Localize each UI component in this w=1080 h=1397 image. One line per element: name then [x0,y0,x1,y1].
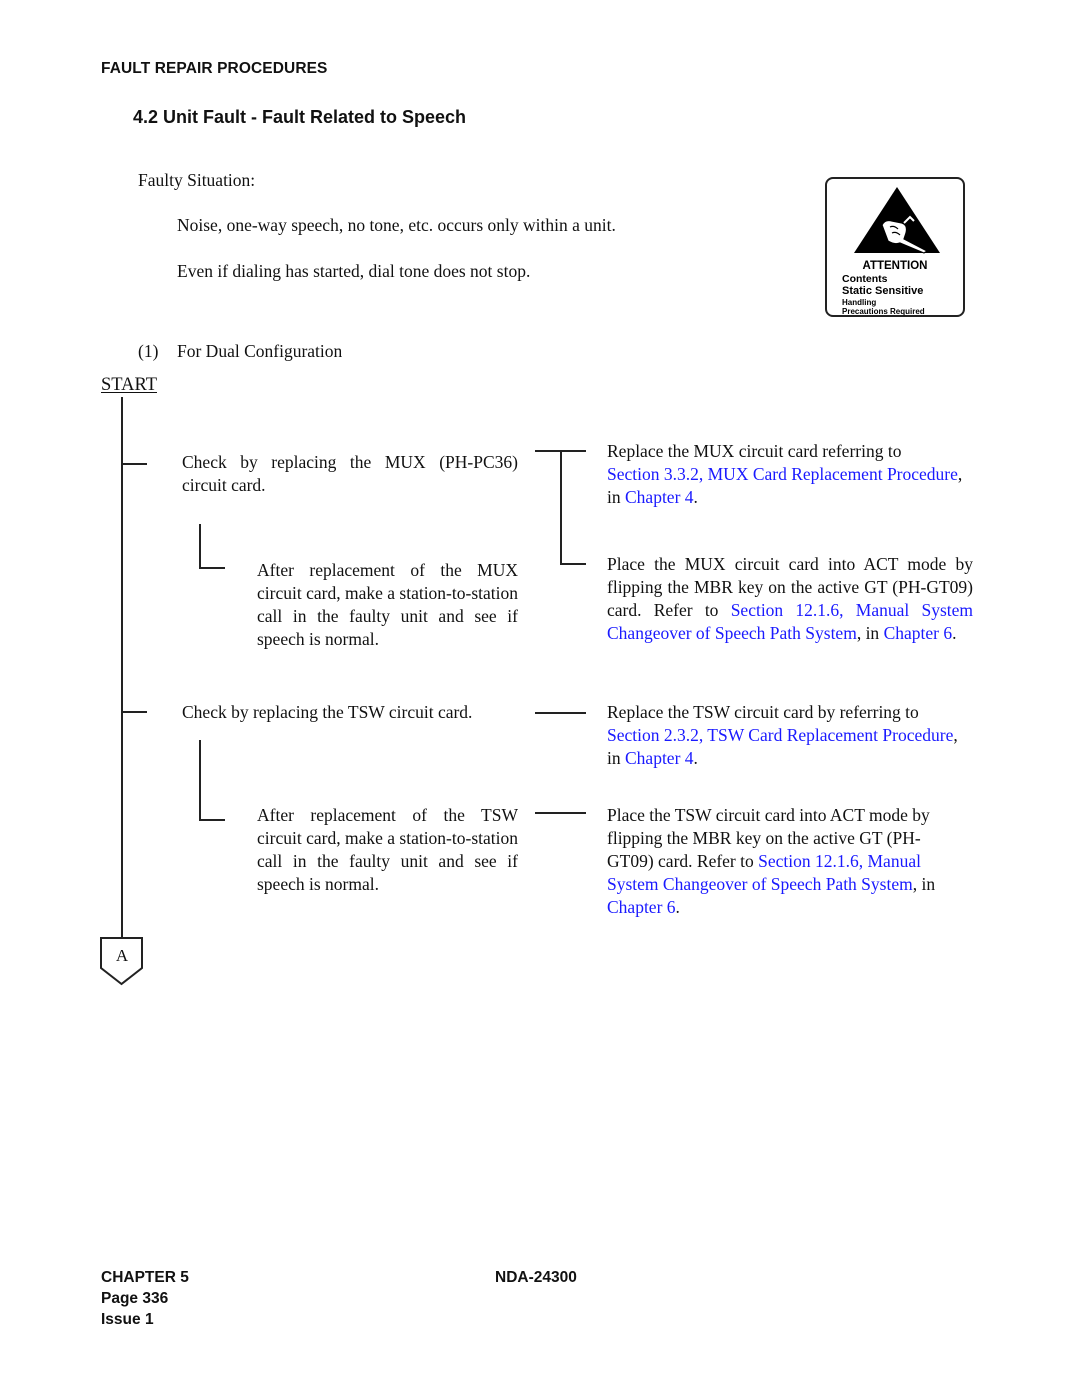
sub-branch-line [199,567,225,569]
text-period: . [952,623,957,643]
text-period: . [693,487,698,507]
place-tsw-text: Place the TSW circuit card into ACT mode… [607,804,967,919]
footer-issue: Issue 1 [101,1311,154,1328]
flowchart-trunk-line [121,397,123,938]
sub-branch-line [199,740,201,820]
attention-badge: ATTENTION Contents Static Sensitive Hand… [825,177,965,317]
faulty-situation-label: Faulty Situation: [138,170,256,190]
bracket-line [560,450,562,564]
running-header: FAULT REPAIR PROCEDURES [101,60,328,77]
link-chapter-4[interactable]: Chapter 4 [625,487,694,507]
config-number: (1) [138,341,159,361]
faulty-situation-item: Noise, one-way speech, no tone, etc. occ… [177,215,616,235]
faulty-situation-item: Even if dialing has started, dial tone d… [177,261,531,281]
check-mux-text: Check by replacing the MUX (PH-PC36) cir… [182,452,518,495]
bracket-line [535,712,586,714]
bracket-line [535,812,586,814]
replace-mux-prefix: Replace the MUX circuit card referring t… [607,441,902,461]
section-title: 4.2 Unit Fault - Fault Related to Speech [133,107,467,127]
link-section-2-3-2[interactable]: Section 2.3.2, TSW Card Replacement Proc… [607,725,953,745]
replace-tsw-text: Replace the TSW circuit card by referrin… [607,701,973,770]
replace-mux-text: Replace the MUX circuit card referring t… [607,440,973,509]
place-mux-text: Place the MUX circuit card into ACT mode… [607,553,973,645]
bracket-line [560,563,586,565]
footer-left: CHAPTER 5 Page 336 Issue 1 [101,1267,189,1330]
after-mux-text: After replacement of the MUX circuit car… [257,560,518,649]
footer-doc-number: NDA-24300 [495,1269,577,1286]
flowchart-start-label: START [101,375,157,395]
link-chapter-4[interactable]: Chapter 4 [625,748,694,768]
badge-line: Static Sensitive [842,285,924,297]
text-period: . [675,897,680,917]
replace-tsw-prefix: Replace the TSW circuit card by referrin… [607,702,919,722]
sub-branch-line [199,524,201,568]
badge-line: Precautions Required [842,307,925,316]
static-sensitive-hand-icon [854,187,940,254]
badge-line: Handling [842,298,877,307]
branch-line [121,711,147,713]
config-label: For Dual Configuration [177,341,343,361]
badge-title: ATTENTION [862,260,928,272]
link-section-3-3-2[interactable]: Section 3.3.2, MUX Card Replacement Proc… [607,464,958,484]
sub-branch-line [199,819,225,821]
check-tsw-text: Check by replacing the TSW circuit card. [182,702,473,722]
badge-line: Contents [842,273,888,285]
link-chapter-6[interactable]: Chapter 6 [884,623,953,643]
footer-chapter: CHAPTER 5 [101,1269,189,1286]
text-period: . [693,748,698,768]
after-tsw-text: After replacement of the TSW circuit car… [257,805,518,894]
footer-page: Page 336 [101,1290,169,1307]
text-in: , in [856,623,884,643]
off-page-connector-label: A [115,946,129,965]
link-chapter-6[interactable]: Chapter 6 [607,897,676,917]
branch-line [121,463,147,465]
text-in: , in [912,874,936,894]
